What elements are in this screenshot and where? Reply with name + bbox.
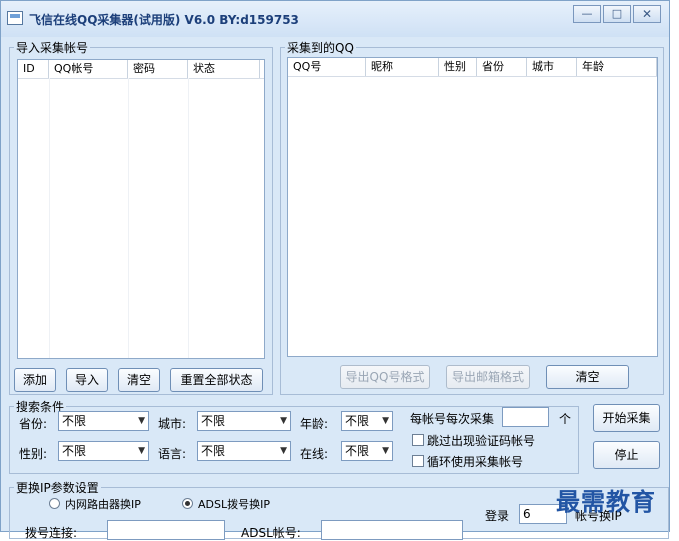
dial-connection-select[interactable] [107,520,225,540]
router-ip-radio[interactable] [49,498,60,509]
col-id[interactable]: ID [18,60,49,78]
city-select[interactable]: 不限 ▼ [197,411,291,431]
main-window: 飞信在线QQ采集器(试用版) V6.0 BY:d159753 — □ ✕ 导入采… [0,0,670,540]
title-bar[interactable]: 飞信在线QQ采集器(试用版) V6.0 BY:d159753 — □ ✕ [1,1,669,37]
close-button[interactable]: ✕ [633,5,661,23]
age-label: 年龄: [300,417,329,431]
city-label: 城市: [158,417,187,431]
col-qq-number[interactable]: QQ号 [288,58,366,76]
app-icon [7,11,23,25]
collected-qq-list[interactable]: QQ号 昵称 性别 省份 城市 年龄 [287,57,658,357]
chevron-down-icon: ▼ [280,416,287,426]
collected-list-header: QQ号 昵称 性别 省份 城市 年龄 [288,58,657,77]
province-select[interactable]: 不限 ▼ [58,411,149,431]
router-ip-label: 内网路由器换IP [65,498,141,511]
export-qq-format-button[interactable]: 导出QQ号格式 [340,365,430,389]
province-label: 省份: [19,417,48,431]
online-label: 在线: [300,447,329,461]
chevron-down-icon: ▼ [138,416,145,426]
per-account-count-input[interactable] [502,407,549,427]
col-status[interactable]: 状态 [188,60,260,78]
window-title: 飞信在线QQ采集器(试用版) V6.0 BY:d159753 [29,13,299,27]
minimize-icon: — [581,7,593,20]
col-nickname[interactable]: 昵称 [366,58,439,76]
chevron-down-icon: ▼ [280,446,287,456]
skip-captcha-checkbox[interactable] [412,434,424,446]
dial-connection-label: 拨号连接: [25,526,78,540]
maximize-icon: □ [611,7,623,20]
reset-all-status-button[interactable]: 重置全部状态 [170,368,263,392]
ip-settings-legend: 更换IP参数设置 [16,481,99,495]
age-select[interactable]: 不限 ▼ [341,411,393,431]
maximize-button[interactable]: □ [603,5,631,23]
language-label: 语言: [158,447,187,461]
skip-captcha-label: 跳过出现验证码帐号 [427,434,536,448]
close-icon: ✕ [641,7,653,21]
adsl-account-input[interactable] [321,520,463,540]
gender-select[interactable]: 不限 ▼ [58,441,149,461]
col-password[interactable]: 密码 [128,60,188,78]
language-select[interactable]: 不限 ▼ [197,441,291,461]
import-accounts-list[interactable]: ID QQ帐号 密码 状态 [17,59,265,359]
per-account-unit: 个 [559,412,572,426]
add-button[interactable]: 添加 [14,368,56,392]
col-age[interactable]: 年龄 [577,58,657,76]
col-city[interactable]: 城市 [527,58,577,76]
col-gender[interactable]: 性别 [439,58,477,76]
gender-label: 性别: [19,447,48,461]
import-button[interactable]: 导入 [66,368,108,392]
adsl-ip-label: ADSL拨号换IP [198,498,270,511]
minimize-button[interactable]: — [573,5,601,23]
stop-button[interactable]: 停止 [593,441,660,469]
watermark-logo: 最需教育 [556,487,656,516]
import-accounts-legend: 导入采集帐号 [16,41,89,55]
loop-accounts-checkbox[interactable] [412,455,424,467]
online-select[interactable]: 不限 ▼ [341,441,393,461]
chevron-down-icon: ▼ [382,446,389,456]
export-email-format-button[interactable]: 导出邮箱格式 [446,365,530,389]
adsl-ip-radio[interactable] [182,498,193,509]
col-province[interactable]: 省份 [477,58,527,76]
import-list-header: ID QQ帐号 密码 状态 [18,60,264,79]
adsl-account-label: ADSL帐号: [241,526,301,540]
start-collect-button[interactable]: 开始采集 [593,404,660,432]
col-qq-account[interactable]: QQ帐号 [49,60,128,78]
clear-results-button[interactable]: 清空 [546,365,629,389]
login-label: 登录 [485,509,510,523]
chevron-down-icon: ▼ [382,416,389,426]
per-account-label: 每帐号每次采集 [410,412,495,426]
collected-qq-legend: 采集到的QQ [287,41,354,55]
clear-accounts-button[interactable]: 清空 [118,368,160,392]
chevron-down-icon: ▼ [138,446,145,456]
loop-accounts-label: 循环使用采集帐号 [427,455,524,469]
